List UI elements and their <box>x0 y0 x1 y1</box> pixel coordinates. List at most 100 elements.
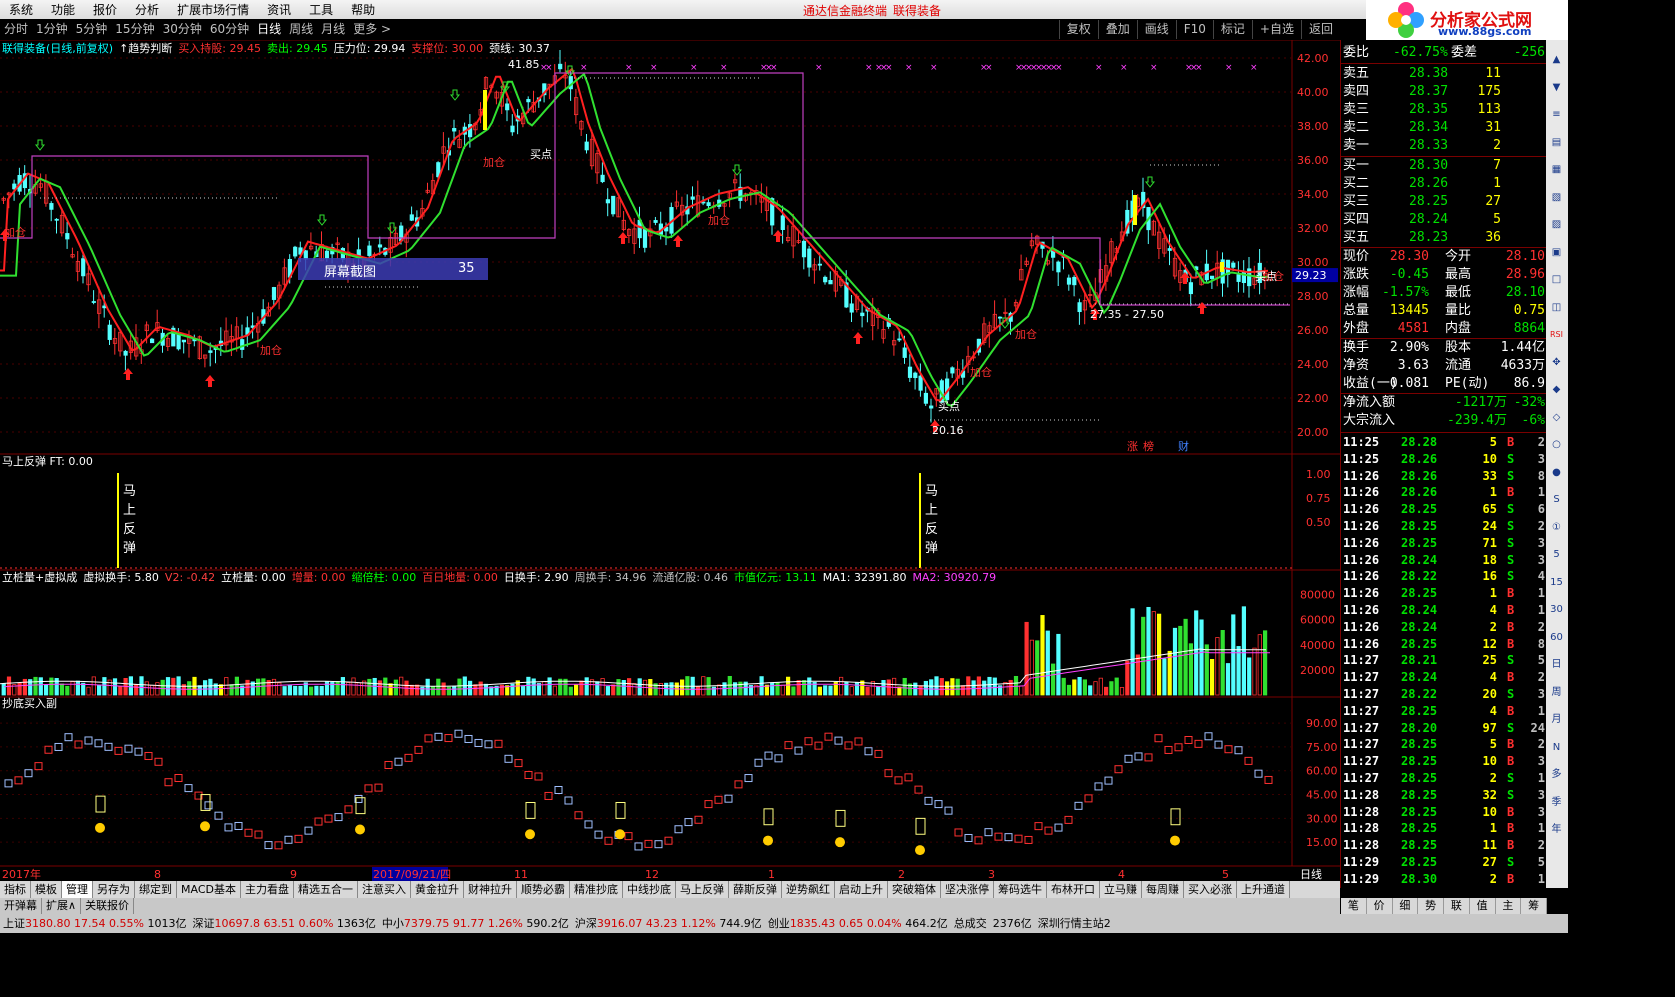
formula-tab-22[interactable]: 立马赚 <box>1100 881 1142 898</box>
side-tool-icon-9[interactable]: ◫ <box>1548 300 1565 315</box>
formula-tab-11[interactable]: 顺势必霸 <box>517 881 570 898</box>
side-tool-icon-13[interactable]: ◇ <box>1548 410 1565 425</box>
side-tool-icon-22[interactable]: 日 <box>1548 657 1565 672</box>
timeframe-6[interactable]: 日线 <box>253 19 285 40</box>
menu-item-analysis[interactable]: 分析 <box>126 0 168 18</box>
side-tool-icon-2[interactable]: ≡ <box>1548 107 1565 122</box>
side-tool-icon-20[interactable]: 30 <box>1548 602 1565 617</box>
side-tool-icon-19[interactable]: 15 <box>1548 575 1565 590</box>
formula-tab-25[interactable]: 上升通道 <box>1237 881 1290 898</box>
formula-tab-19[interactable]: 坚决涨停 <box>941 881 994 898</box>
timeframe-9[interactable]: 更多 > <box>349 19 395 40</box>
formula-tab-10[interactable]: 财神拉升 <box>464 881 517 898</box>
toolbar-button-5[interactable]: +自选 <box>1251 20 1301 39</box>
index-1[interactable]: 深证10697.8 63.51 0.60% 1363亿 <box>189 914 378 933</box>
quote-tab-0[interactable]: 笔 <box>1341 898 1367 914</box>
toolbar-button-4[interactable]: 标记 <box>1212 20 1252 39</box>
side-tool-icon-24[interactable]: 月 <box>1548 712 1565 727</box>
formula-tab-4[interactable]: 绑定到 <box>135 881 177 898</box>
side-tool-icon-5[interactable]: ▧ <box>1548 190 1565 205</box>
side-tool-icon-7[interactable]: ▣ <box>1548 245 1565 260</box>
formula-tab-9[interactable]: 黄金拉升 <box>411 881 464 898</box>
formula-tab-20[interactable]: 筹码选牛 <box>994 881 1047 898</box>
formula-tab-16[interactable]: 逆势飙红 <box>782 881 835 898</box>
side-tool-icon-6[interactable]: ▨ <box>1548 217 1565 232</box>
index-0[interactable]: 上证3180.80 17.54 0.55% 1013亿 <box>0 914 189 933</box>
side-tool-icon-28[interactable]: 年 <box>1548 822 1565 837</box>
formula-tab-15[interactable]: 薛斯反弹 <box>729 881 782 898</box>
side-tool-icon-12[interactable]: ◆ <box>1548 382 1565 397</box>
secondary-tab-0[interactable]: 开弹幕 <box>0 898 42 914</box>
side-tool-icon-1[interactable]: ▼ <box>1548 80 1565 95</box>
side-tool-icon-11[interactable]: ✥ <box>1548 355 1565 370</box>
quote-tab-5[interactable]: 值 <box>1470 898 1496 914</box>
timeframe-1[interactable]: 1分钟 <box>32 19 72 40</box>
index-2[interactable]: 中小7379.75 91.77 1.26% 590.2亿 <box>379 914 572 933</box>
quote-tab-3[interactable]: 势 <box>1418 898 1444 914</box>
secondary-tab-2[interactable]: 关联报价 <box>81 898 135 914</box>
menu-item-ext-market[interactable]: 扩展市场行情 <box>168 0 258 18</box>
formula-tab-24[interactable]: 买入必涨 <box>1184 881 1237 898</box>
menu-item-tools[interactable]: 工具 <box>300 0 342 18</box>
formula-tab-8[interactable]: 注意买入 <box>358 881 411 898</box>
formula-tab-14[interactable]: 马上反弹 <box>676 881 729 898</box>
formula-tab-13[interactable]: 中线抄底 <box>623 881 676 898</box>
chart-area[interactable]: 42.00 40.00 38.00 36.00 34.00 32.00 30.00 28.00… <box>0 40 1340 881</box>
side-tool-icon-8[interactable]: □ <box>1548 272 1565 287</box>
screenshot-popup[interactable]: 屏幕截图 35 <box>298 258 488 280</box>
formula-tab-12[interactable]: 精准抄底 <box>570 881 623 898</box>
formula-tab-2[interactable]: 管理 <box>62 881 93 898</box>
timeframe-4[interactable]: 30分钟 <box>159 19 206 40</box>
formula-tab-21[interactable]: 布林开口 <box>1047 881 1100 898</box>
formula-tab-0[interactable]: 指标 <box>0 881 31 898</box>
timeframe-3[interactable]: 15分钟 <box>111 19 158 40</box>
menu-item-function[interactable]: 功能 <box>42 0 84 18</box>
quote-tab-1[interactable]: 价 <box>1367 898 1393 914</box>
quote-tab-6[interactable]: 主 <box>1496 898 1522 914</box>
side-tool-icon-18[interactable]: 5 <box>1548 547 1565 562</box>
toolbar-button-6[interactable]: 返回 <box>1300 20 1340 39</box>
formula-tab-6[interactable]: 主力看盘 <box>241 881 294 898</box>
toolbar-button-2[interactable]: 画线 <box>1136 20 1176 39</box>
toolbar-button-3[interactable]: F10 <box>1175 20 1213 39</box>
toolbar-button-1[interactable]: 叠加 <box>1097 20 1137 39</box>
quote-tab-2[interactable]: 细 <box>1393 898 1419 914</box>
formula-tab-18[interactable]: 突破箱体 <box>888 881 941 898</box>
side-tool-icon-14[interactable]: ○ <box>1548 437 1565 452</box>
side-tool-icon-10[interactable]: RSI <box>1548 327 1565 342</box>
index-3[interactable]: 沪深3916.07 43.23 1.12% 744.9亿 <box>572 914 765 933</box>
formula-tab-1[interactable]: 模板 <box>31 881 62 898</box>
formula-tab-3[interactable]: 另存为 <box>93 881 135 898</box>
side-tool-icon-25[interactable]: N <box>1548 740 1565 755</box>
formula-tab-7[interactable]: 精选五合一 <box>294 881 358 898</box>
side-tool-icon-4[interactable]: ▦ <box>1548 162 1565 177</box>
main-info-1: ↑趋势判断 <box>119 42 173 55</box>
formula-tab-17[interactable]: 启动上升 <box>835 881 888 898</box>
timeframe-2[interactable]: 5分钟 <box>72 19 112 40</box>
menu-item-help[interactable]: 帮助 <box>342 0 384 18</box>
candle-body <box>897 338 902 341</box>
side-tool-icon-0[interactable]: ▲ <box>1548 52 1565 67</box>
side-tool-icon-27[interactable]: 季 <box>1548 795 1565 810</box>
quote-tab-7[interactable]: 筹 <box>1521 898 1547 914</box>
menu-item-quote[interactable]: 报价 <box>84 0 126 18</box>
secondary-tab-1[interactable]: 扩展∧ <box>42 898 82 914</box>
side-tool-icon-3[interactable]: ▤ <box>1548 135 1565 150</box>
quote-tab-4[interactable]: 联 <box>1444 898 1470 914</box>
side-tool-icon-17[interactable]: ① <box>1548 520 1565 535</box>
side-tool-icon-26[interactable]: 多 <box>1548 767 1565 782</box>
toolbar-button-0[interactable]: 复权 <box>1058 20 1098 39</box>
timeframe-8[interactable]: 月线 <box>317 19 349 40</box>
menu-item-info[interactable]: 资讯 <box>258 0 300 18</box>
timeframe-0[interactable]: 分时 <box>0 19 32 40</box>
formula-tab-5[interactable]: MACD基本 <box>177 881 241 898</box>
timeframe-5[interactable]: 60分钟 <box>206 19 253 40</box>
side-tool-icon-23[interactable]: 周 <box>1548 685 1565 700</box>
formula-tab-23[interactable]: 每周赚 <box>1142 881 1184 898</box>
timeframe-7[interactable]: 周线 <box>285 19 317 40</box>
side-tool-icon-21[interactable]: 60 <box>1548 630 1565 645</box>
menu-item-system[interactable]: 系统 <box>0 0 42 18</box>
side-tool-icon-16[interactable]: S <box>1548 492 1565 507</box>
side-tool-icon-15[interactable]: ● <box>1548 465 1565 480</box>
index-4[interactable]: 创业1835.43 0.65 0.04% 464.2亿 <box>765 914 951 933</box>
